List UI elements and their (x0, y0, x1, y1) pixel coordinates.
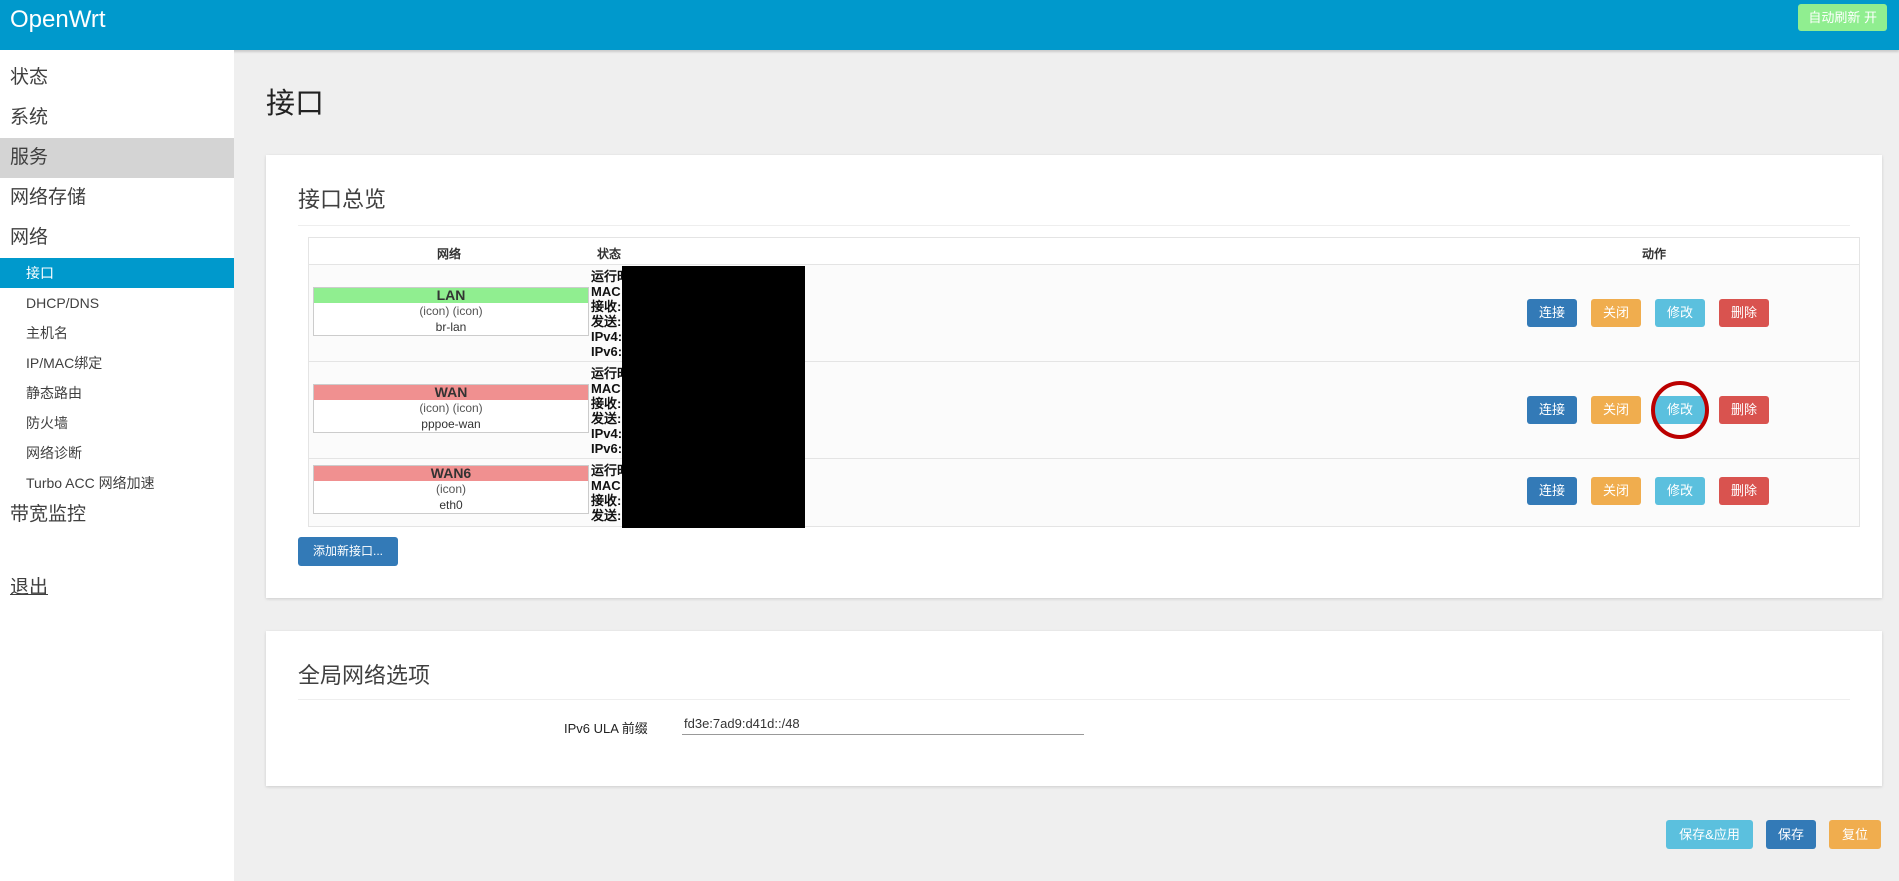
delete-button[interactable]: 删除 (1719, 477, 1769, 505)
edit-button[interactable]: 修改 (1655, 477, 1705, 505)
interface-name: WAN (314, 385, 588, 400)
stop-button[interactable]: 关闭 (1591, 477, 1641, 505)
menu-services[interactable]: 服务 (0, 138, 234, 178)
connect-button[interactable]: 连接 (1527, 477, 1577, 505)
sidebar-item-interfaces[interactable]: 接口 (0, 258, 234, 288)
brand-title[interactable]: OpenWrt (10, 6, 106, 34)
main-content: 接口 接口总览 网络 状态 动作 LAN (icon) (icon) br-la… (234, 50, 1899, 881)
connect-button[interactable]: 连接 (1527, 299, 1577, 327)
highlight-circle (1651, 381, 1709, 439)
menu-system[interactable]: 系统 (0, 98, 234, 138)
header-network: 网络 (437, 247, 462, 261)
stop-button[interactable]: 关闭 (1591, 299, 1641, 327)
sidebar-item-hostnames[interactable]: 主机名 (0, 318, 234, 348)
table-header: 网络 状态 动作 (308, 237, 1860, 265)
section-divider (298, 699, 1850, 700)
interface-box-lan: LAN (icon) (icon) br-lan (313, 287, 589, 336)
section-title: 接口总览 (298, 187, 387, 212)
ipv6-ula-label: IPv6 ULA 前缀 (564, 721, 648, 736)
interface-device: br-lan (435, 320, 467, 334)
redaction-block (622, 266, 805, 528)
top-bar: OpenWrt 自动刷新 开 (0, 0, 1899, 50)
table-row-wan: WAN (icon) (icon) pppoe-wan 运行时间: MAC 地址… (308, 362, 1860, 459)
header-status: 状态 (597, 247, 622, 261)
interface-box-wan6: WAN6 (icon) eth0 (313, 465, 589, 514)
page-title: 接口 (266, 88, 325, 120)
connect-button[interactable]: 连接 (1527, 396, 1577, 424)
menu-logout[interactable]: 退出 (0, 568, 234, 608)
reset-button[interactable]: 复位 (1829, 820, 1881, 849)
section-title: 全局网络选项 (298, 663, 431, 688)
table-row-wan6: WAN6 (icon) eth0 运行时间: MAC 地址 接收: 发送: 连接… (308, 459, 1860, 527)
interface-name: LAN (314, 288, 588, 303)
sidebar-item-firewall[interactable]: 防火墙 (0, 408, 234, 438)
interface-box-wan: WAN (icon) (icon) pppoe-wan (313, 384, 589, 433)
sidebar-item-diagnostics[interactable]: 网络诊断 (0, 438, 234, 468)
interface-device: eth0 (439, 498, 463, 512)
section-divider (298, 225, 1850, 226)
menu-status[interactable]: 状态 (0, 58, 234, 98)
menu-nas[interactable]: 网络存储 (0, 178, 234, 218)
sidebar-item-static-routes[interactable]: 静态路由 (0, 378, 234, 408)
delete-button[interactable]: 删除 (1719, 396, 1769, 424)
sidebar-item-dhcp-dns[interactable]: DHCP/DNS (0, 288, 234, 318)
auto-refresh-toggle[interactable]: 自动刷新 开 (1798, 4, 1887, 31)
interface-name: WAN6 (314, 466, 588, 481)
ipv6-ula-input[interactable]: fd3e:7ad9:d41d::/48 (682, 714, 1084, 735)
interface-device-icons: (icon) (icon) (419, 304, 483, 318)
header-actions: 动作 (1642, 247, 1667, 261)
sidebar-item-ip-mac-binding[interactable]: IP/MAC绑定 (0, 348, 234, 378)
interface-device-icons: (icon) (icon) (419, 401, 483, 415)
table-row-lan: LAN (icon) (icon) br-lan 运行时间: MAC 地址 接收… (308, 265, 1860, 362)
delete-button[interactable]: 删除 (1719, 299, 1769, 327)
interface-device: pppoe-wan (421, 417, 481, 431)
stop-button[interactable]: 关闭 (1591, 396, 1641, 424)
global-options-card: 全局网络选项 IPv6 ULA 前缀 fd3e:7ad9:d41d::/48 (266, 631, 1882, 786)
add-interface-button[interactable]: 添加新接口... (298, 537, 398, 566)
save-button[interactable]: 保存 (1766, 820, 1816, 849)
save-apply-button[interactable]: 保存&应用 (1666, 820, 1753, 849)
interface-device-icons: (icon) (435, 482, 466, 496)
edit-button[interactable]: 修改 (1655, 299, 1705, 327)
sidebar: 状态 系统 服务 网络存储 网络 接口 DHCP/DNS 主机名 IP/MAC绑… (0, 50, 234, 881)
sidebar-item-turbo-acc[interactable]: Turbo ACC 网络加速 (0, 468, 234, 498)
menu-network[interactable]: 网络 (0, 218, 234, 258)
menu-bandwidth[interactable]: 带宽监控 (0, 495, 234, 535)
interface-overview-card: 接口总览 网络 状态 动作 LAN (icon) (icon) br-lan 运… (266, 155, 1882, 598)
